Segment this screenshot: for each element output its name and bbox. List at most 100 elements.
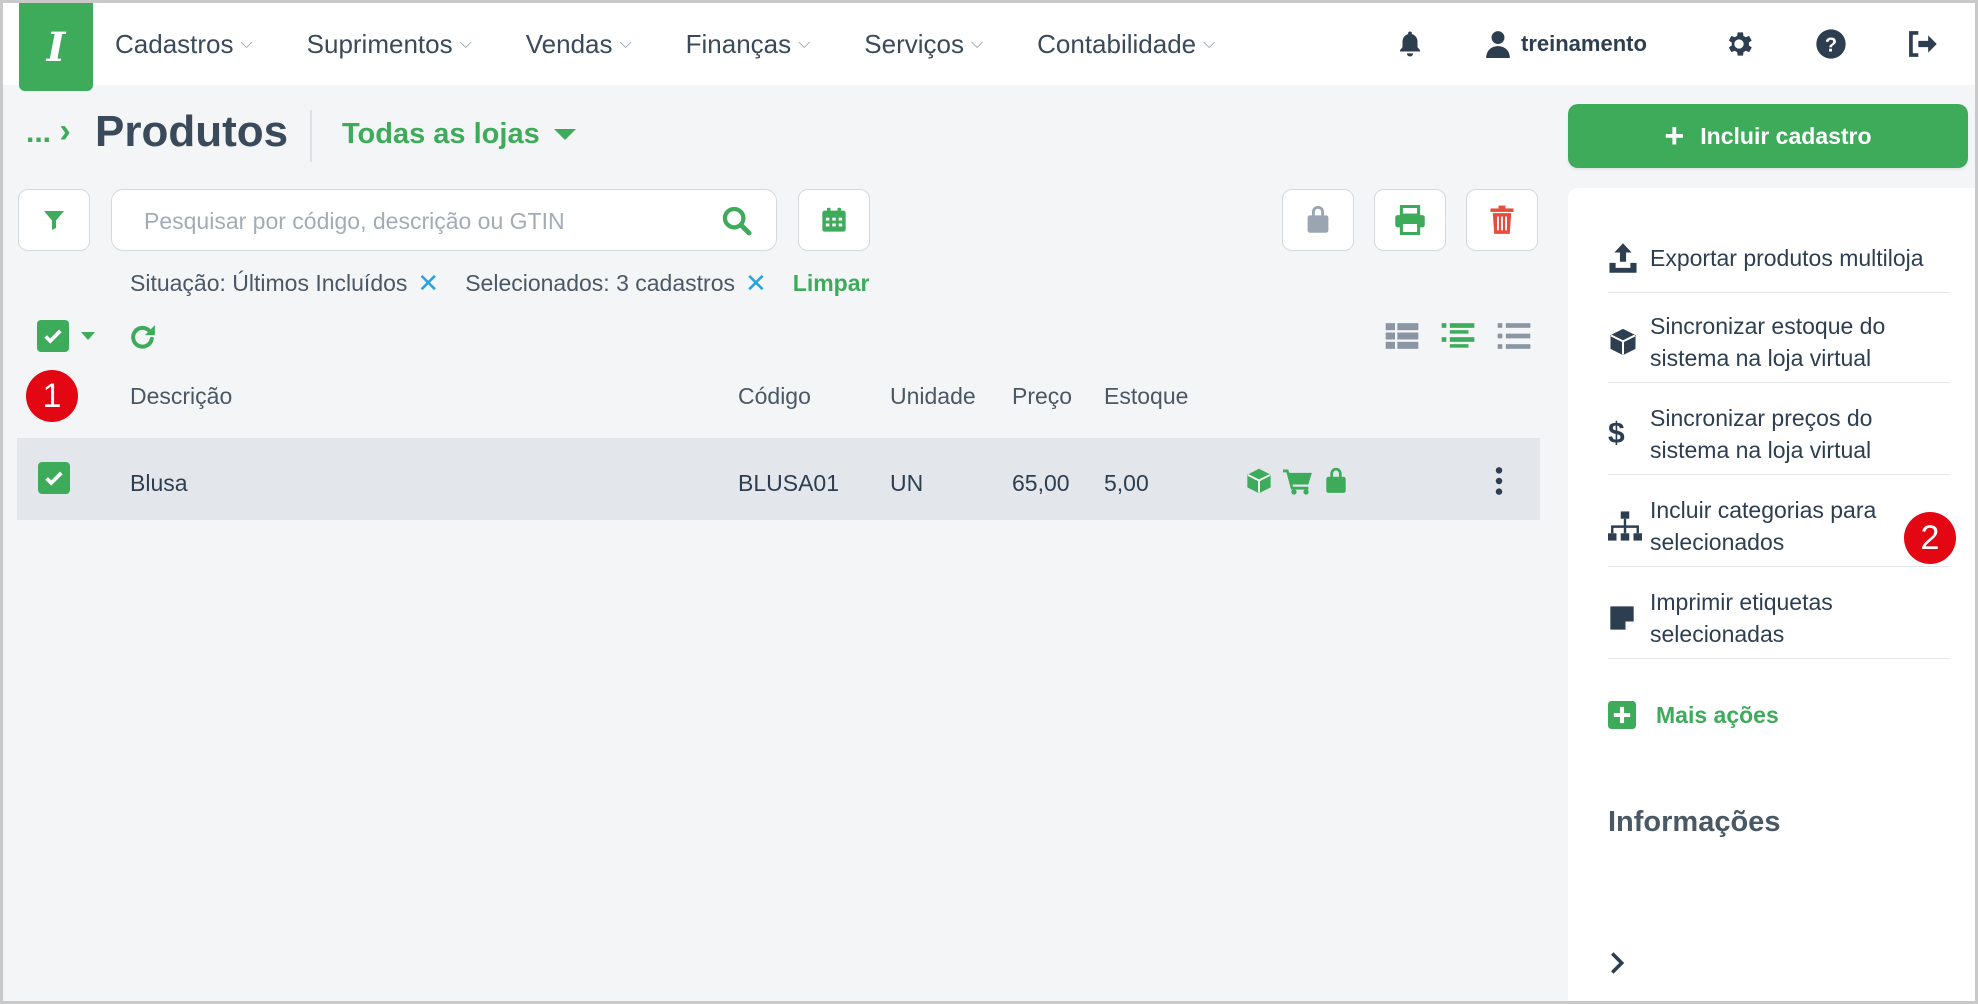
action-exportar-multiloja[interactable]: Exportar produtos multiloja [1608,224,1950,293]
shopping-bag-icon [1307,205,1329,233]
dollar-icon: $ [1608,417,1625,450]
search-input[interactable] [142,190,706,252]
cell-descricao: Blusa [130,470,188,496]
view-switcher [1385,322,1553,350]
menu-vendas[interactable]: Vendas ⌵ [526,29,632,60]
checkbox-checked-icon [38,462,70,494]
refresh-icon [131,325,155,349]
expand-panel-button[interactable] [1608,950,1626,981]
date-filter-button[interactable] [798,189,870,251]
upload-icon [1608,242,1650,274]
settings-button[interactable] [1723,3,1755,85]
search-box [111,189,777,252]
refresh-button[interactable] [128,322,158,357]
chevron-down-icon: ⌵ [459,35,472,52]
chevron-down-icon: ⌵ [619,35,632,52]
menu-cadastros[interactable]: Cadastros ⌵ [115,29,253,60]
compact-list-icon [1497,323,1531,349]
column-header-preco[interactable]: Preço [1012,383,1072,410]
kebab-menu-icon [1495,467,1503,495]
column-header-estoque[interactable]: Estoque [1104,383,1188,410]
row-actions-button[interactable] [1494,466,1504,501]
action-imprimir-etiquetas[interactable]: Imprimir etiquetas selecionadas [1608,578,1950,659]
bell-icon [1400,31,1420,57]
select-all-checkbox[interactable] [37,320,95,352]
detail-list-icon [1441,323,1475,348]
title-divider [310,110,312,162]
column-header-codigo[interactable]: Código [738,383,811,410]
grid-list-icon [1385,323,1419,349]
gear-icon [1728,32,1752,56]
clear-filters-link[interactable]: Limpar [793,270,870,297]
menu-financas[interactable]: Finanças ⌵ [686,29,811,60]
filter-tag-situacao: Situação: Últimos Incluídos ✕ [130,268,440,299]
store-selector[interactable]: Todas as lojas [342,118,576,151]
box-icon [1245,467,1273,495]
cell-estoque: 5,00 [1104,470,1149,496]
chevron-right-icon [1611,952,1625,974]
cart-icon [1283,467,1313,495]
info-section-title: Informações [1608,806,1781,838]
action-sincronizar-estoque[interactable]: Sincronizar estoque do sistema na loja v… [1608,302,1950,383]
page-title: Produtos [95,107,289,156]
main-menu: Cadastros ⌵ Suprimentos ⌵ Vendas ⌵ Finanças… [115,3,1269,85]
cell-preco: 65,00 [1012,470,1070,496]
action-sincronizar-precos[interactable]: $ Sincronizar preços do sistema na loja … [1608,394,1950,475]
caret-down-icon [81,332,95,340]
delete-button[interactable] [1466,189,1538,251]
print-button[interactable] [1374,189,1446,251]
printer-icon [1395,205,1425,235]
add-record-button[interactable]: + Incluir cadastro [1568,104,1968,168]
view-compact-list-button[interactable] [1497,322,1531,350]
close-icon[interactable]: ✕ [417,268,439,299]
cell-codigo: BLUSA01 [738,470,840,496]
trash-icon [1490,205,1514,234]
breadcrumb[interactable]: ... › [26,112,71,151]
shopping-bag-icon [1323,467,1349,495]
chevron-right-icon: › [59,112,71,150]
row-checkbox[interactable] [38,462,70,494]
filter-button[interactable] [18,189,90,251]
view-detail-list-button[interactable] [1441,322,1475,350]
user-menu[interactable]: treinamento [1485,3,1647,85]
view-grid-list-button[interactable] [1385,322,1419,350]
logout-button[interactable] [1906,3,1938,85]
actions-panel: Exportar produtos multiloja Sincronizar … [1568,188,1978,1004]
note-icon [1608,604,1650,632]
chevron-down-icon: ⌵ [1203,35,1216,52]
app-logo[interactable]: I [19,3,93,91]
action-incluir-categorias[interactable]: Incluir categorias para selecionados [1608,486,1950,567]
active-filters: Situação: Últimos Incluídos ✕ Selecionado… [130,268,869,299]
search-icon[interactable] [720,204,754,238]
user-name: treinamento [1521,31,1647,56]
column-header-descricao[interactable]: Descrição [130,383,232,410]
top-navbar: I Cadastros ⌵ Suprimentos ⌵ Vendas ⌵ Finanç… [3,3,1975,91]
filter-tag-selecionados: Selecionados: 3 cadastros ✕ [465,268,767,299]
logout-icon [1909,31,1937,57]
sitemap-icon [1608,511,1650,541]
chevron-down-icon: ⌵ [798,35,811,52]
row-status-icons [1245,467,1359,495]
svg-text:?: ? [1825,34,1837,56]
menu-contabilidade[interactable]: Contabilidade ⌵ [1037,29,1215,60]
caret-down-icon [553,129,576,140]
notifications-button[interactable] [1395,3,1425,85]
checkbox-checked-icon [37,320,69,352]
bag-button[interactable] [1282,189,1354,251]
menu-suprimentos[interactable]: Suprimentos ⌵ [307,29,472,60]
chevron-down-icon: ⌵ [240,35,253,52]
box-icon [1608,327,1650,357]
filter-icon [44,211,64,230]
annotation-badge-1: 1 [26,370,78,422]
help-button[interactable]: ? [1815,3,1847,85]
user-icon [1486,31,1510,58]
close-icon[interactable]: ✕ [745,268,767,299]
more-actions-button[interactable]: Mais ações [1608,701,1779,729]
menu-servicos[interactable]: Serviços ⌵ [864,29,983,60]
calendar-icon [822,207,846,232]
help-icon: ? [1816,29,1846,59]
column-header-unidade[interactable]: Unidade [890,383,976,410]
cell-unidade: UN [890,470,924,496]
plus-icon: + [1664,117,1685,155]
plus-square-icon [1608,701,1636,729]
